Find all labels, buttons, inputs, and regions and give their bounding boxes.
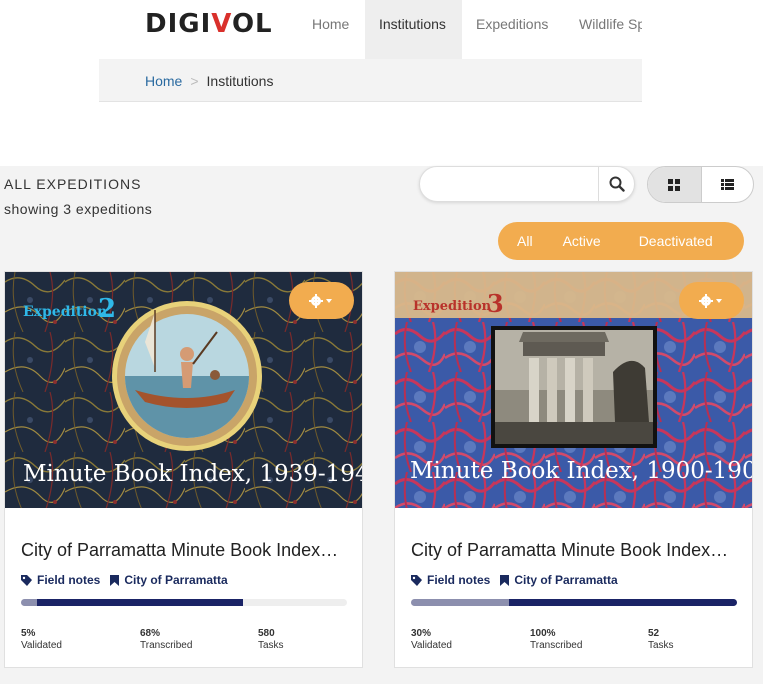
expedition-count: showing 3 expeditions <box>4 201 153 217</box>
gear-icon <box>698 293 722 308</box>
tag-icon <box>411 574 422 586</box>
expedition-number: 2 <box>98 294 116 324</box>
card-settings-button[interactable] <box>289 282 354 319</box>
search-input[interactable] <box>430 173 598 195</box>
nav-expeditions[interactable]: Expeditions <box>462 0 562 59</box>
progress-bar <box>21 599 347 606</box>
expedition-image[interactable]: Expedition 2 Minute Book Index, 1939-194… <box>5 272 362 508</box>
expedition-number: 3 <box>487 289 504 318</box>
expedition-label: Expedition <box>23 304 107 320</box>
stat-transcribed: 68% Transcribed <box>140 628 193 651</box>
tag-institution[interactable]: City of Parramatta <box>500 573 618 587</box>
expedition-card[interactable]: Expedition 2 Minute Book Index, 1939-194… <box>4 271 363 668</box>
filter-active-button[interactable]: Active <box>533 233 601 249</box>
filter-all-button[interactable]: All <box>498 233 533 249</box>
tag-field-notes[interactable]: Field notes <box>411 573 490 587</box>
nav-overflow: Wildlife Sp <box>564 0 642 59</box>
breadcrumb-current: Institutions <box>206 73 274 89</box>
search-icon <box>609 176 625 192</box>
tag-institution[interactable]: City of Parramatta <box>110 573 228 587</box>
breadcrumb-separator-icon: > <box>190 73 199 89</box>
expedition-card[interactable]: Expedition 3 Minute Book Index, 1900-190… <box>394 271 753 668</box>
grid-icon <box>668 178 681 191</box>
tag-field-notes[interactable]: Field notes <box>21 573 100 587</box>
stat-transcribed: 100% Transcribed <box>530 628 583 651</box>
view-toggle <box>647 166 754 203</box>
progress-bar <box>411 599 737 606</box>
top-navbar: DIGIVOL Home Institutions Expeditions Wi… <box>0 0 763 59</box>
card-tags: Field notes City of Parramatta <box>21 573 238 587</box>
list-view-button[interactable] <box>700 167 754 202</box>
list-icon <box>720 179 734 190</box>
digivol-logo[interactable]: DIGIVOL <box>145 9 273 39</box>
expeditions-section: ALL EXPEDITIONS showing 3 expeditions Al… <box>0 166 763 684</box>
tag-label: Field notes <box>37 573 101 587</box>
stat-validated: 30% Validated <box>411 628 452 651</box>
status-filter: All Active Deactivated <box>498 222 744 260</box>
card-title[interactable]: City of Parramatta Minute Book Index… <box>411 540 741 561</box>
bookmark-icon <box>110 574 120 586</box>
expedition-image[interactable]: Expedition 3 Minute Book Index, 1900-190… <box>395 272 752 508</box>
card-title[interactable]: City of Parramatta Minute Book Index… <box>21 540 351 561</box>
search-box <box>419 166 635 202</box>
stat-tasks: 580 Tasks <box>258 628 284 651</box>
transcribed-progress <box>508 599 737 606</box>
search-button[interactable] <box>598 167 634 201</box>
expedition-label: Expedition <box>413 299 492 314</box>
gear-icon <box>308 293 332 308</box>
validated-progress <box>411 599 509 606</box>
nav-home[interactable]: Home <box>298 0 363 59</box>
tag-icon <box>21 574 32 586</box>
nav-wildlife-spotter[interactable]: Wildlife Sp <box>564 0 642 59</box>
breadcrumb-home-link[interactable]: Home <box>145 73 182 89</box>
image-caption: Minute Book Index, 1939-1942 <box>23 461 362 487</box>
stat-tasks: 52 Tasks <box>648 628 674 651</box>
transcribed-progress <box>37 599 243 606</box>
breadcrumb: Home > Institutions <box>145 73 273 89</box>
section-heading: ALL EXPEDITIONS <box>4 176 142 192</box>
card-settings-button[interactable] <box>679 282 744 319</box>
tag-label: Field notes <box>427 573 491 587</box>
nav-institutions[interactable]: Institutions <box>365 0 462 59</box>
institution-label: City of Parramatta <box>514 573 618 587</box>
institution-label: City of Parramatta <box>124 573 228 587</box>
grid-view-button[interactable] <box>648 167 701 202</box>
validated-progress <box>21 599 38 606</box>
filter-deactivated-button[interactable]: Deactivated <box>601 233 713 249</box>
stat-validated: 5% Validated <box>21 628 62 651</box>
card-tags: Field notes City of Parramatta <box>411 573 628 587</box>
breadcrumb-bar: Home > Institutions <box>99 59 642 102</box>
image-caption: Minute Book Index, 1900-1908 <box>410 458 752 484</box>
bookmark-icon <box>500 574 510 586</box>
